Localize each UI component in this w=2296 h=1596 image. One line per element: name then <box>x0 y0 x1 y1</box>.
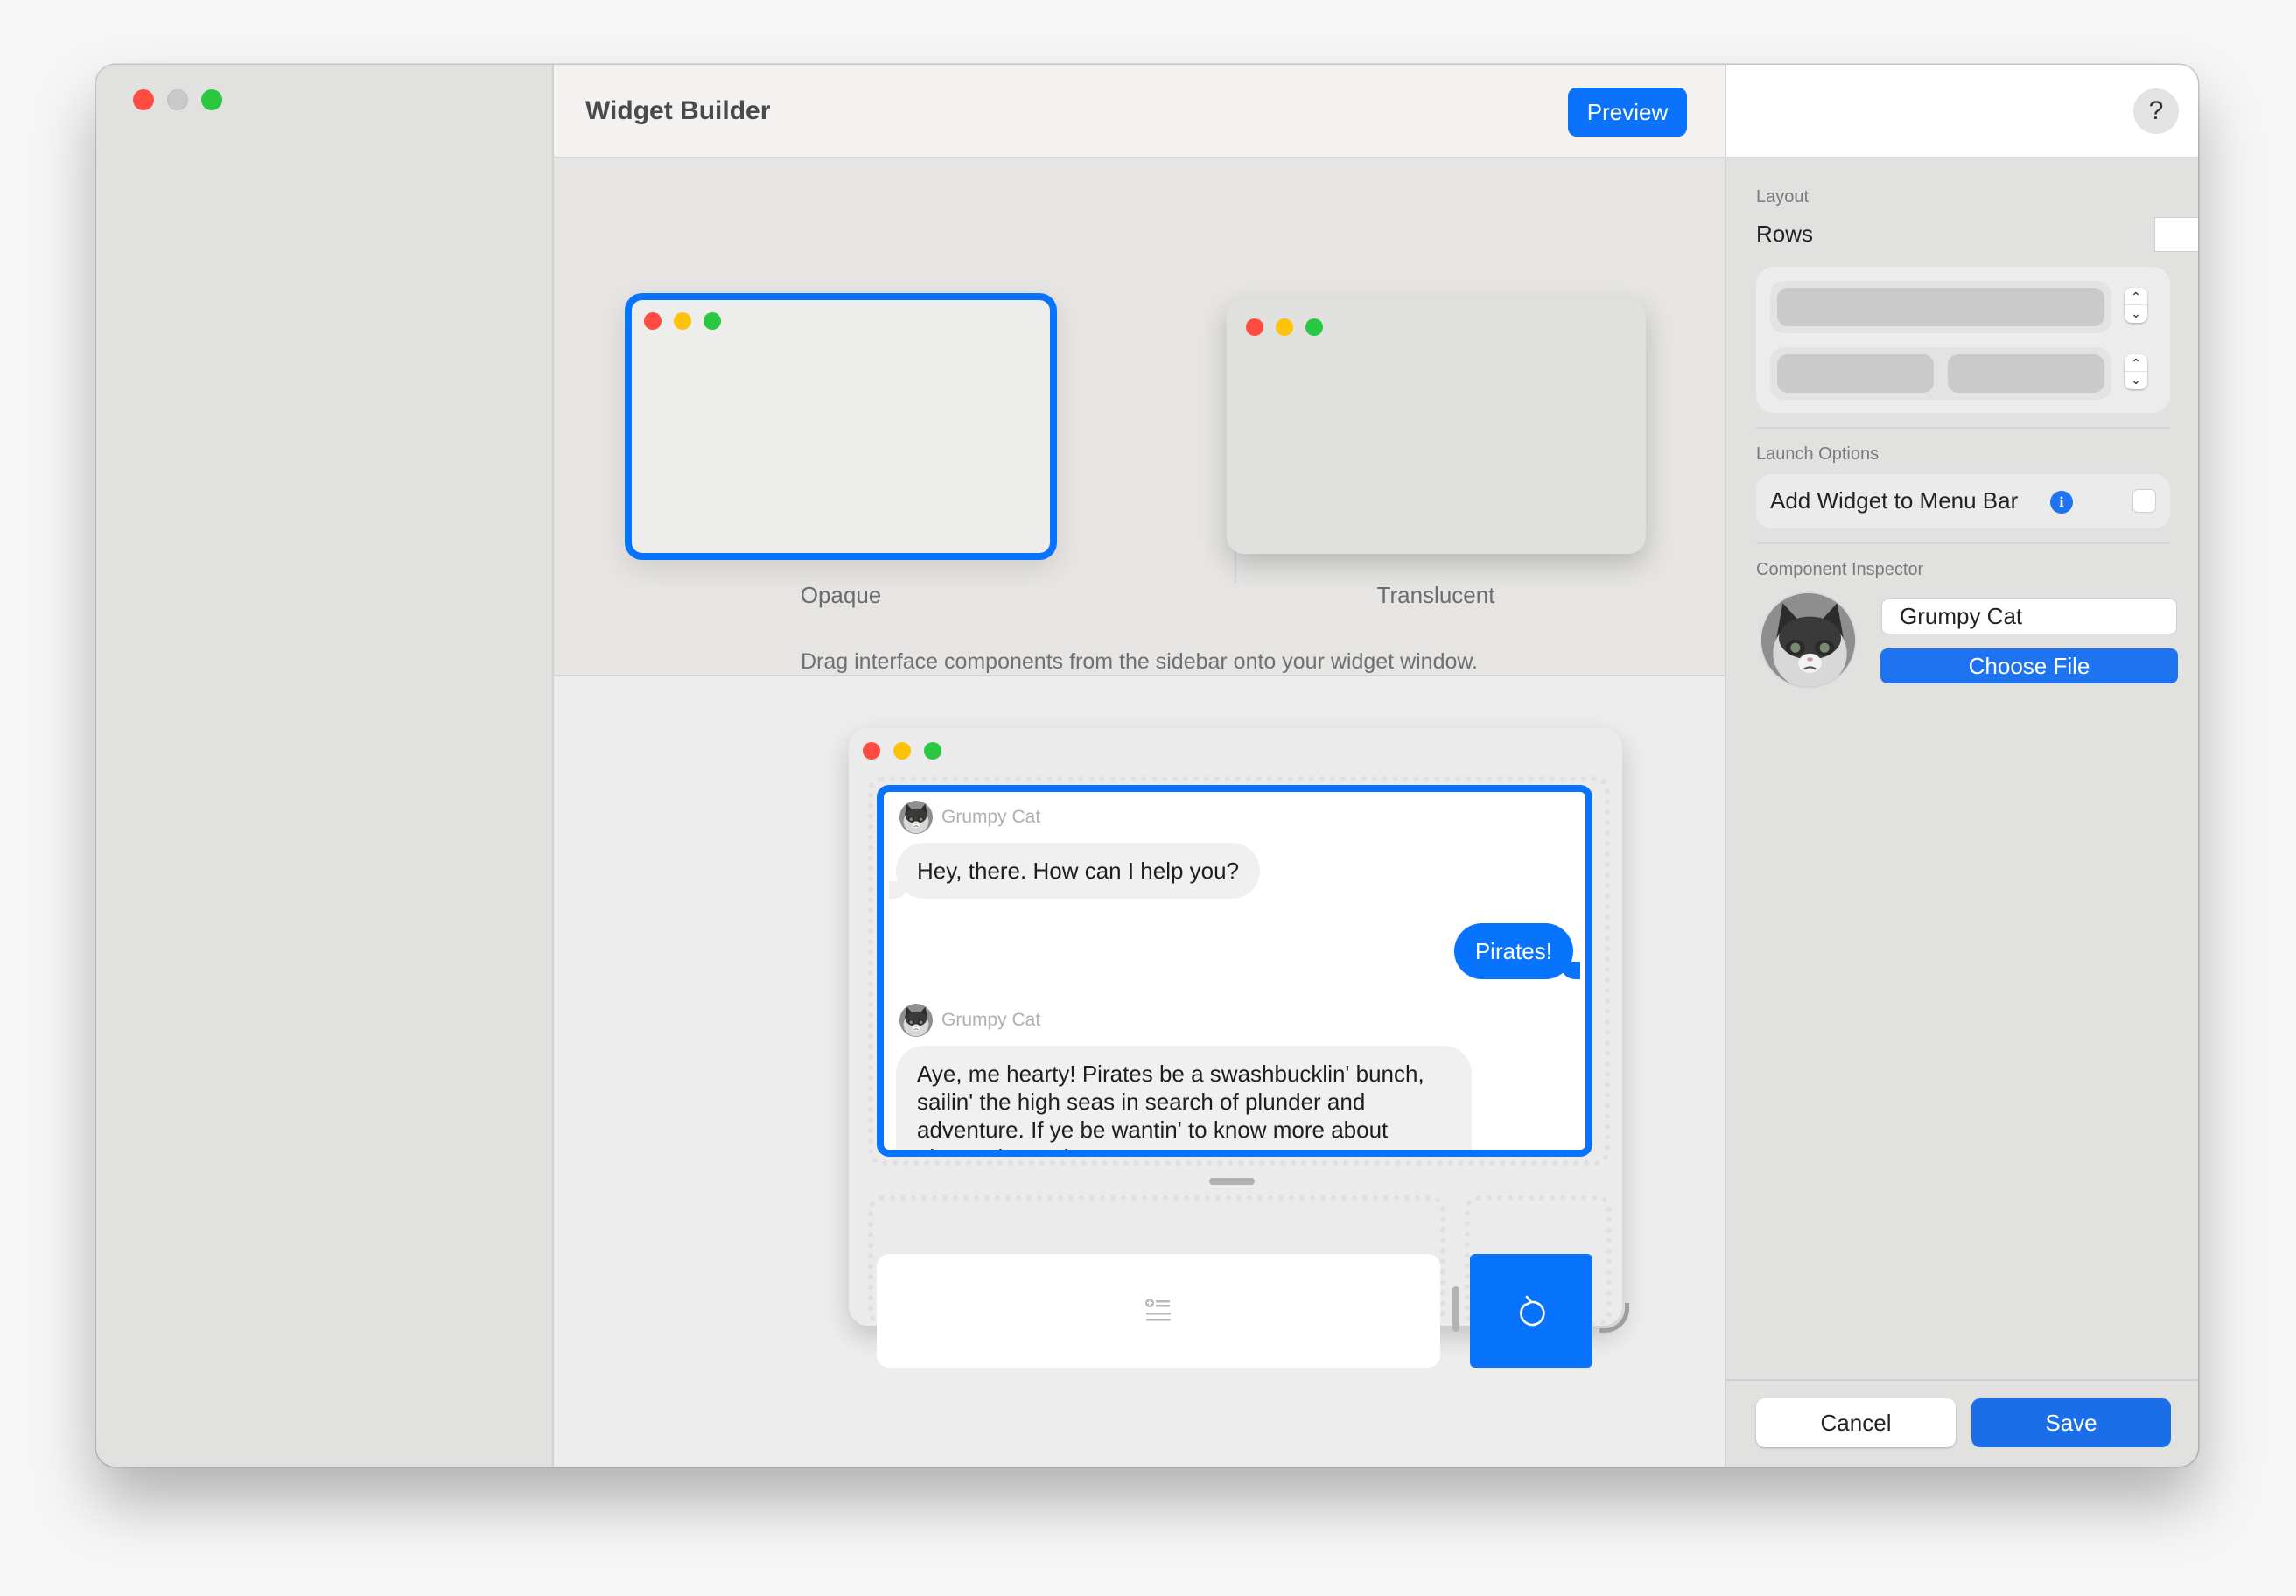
text-input-icon <box>1145 1298 1171 1321</box>
minimize-button[interactable] <box>167 89 188 110</box>
style-label-translucent: Translucent <box>1376 582 1495 608</box>
close-dot-icon <box>644 312 662 330</box>
menu-bar-option: Add Widget to Menu Bar i <box>1756 474 2170 528</box>
zoom-button[interactable] <box>201 89 222 110</box>
minimize-dot-icon <box>893 742 911 760</box>
window-style-picker: Opaque Translucent <box>554 158 1725 676</box>
zoom-dot-icon <box>1306 318 1323 336</box>
minimize-dot-icon <box>1276 318 1293 336</box>
chevron-up-icon[interactable]: ⌃ <box>2124 289 2147 305</box>
choose-file-button[interactable]: Choose File <box>1880 648 2178 683</box>
message-bubble-outgoing: Pirates! <box>1453 923 1581 979</box>
cat-avatar-icon <box>1761 593 1857 689</box>
cat-avatar-icon <box>900 1004 933 1037</box>
help-button[interactable]: ? <box>2133 88 2179 134</box>
zoom-dot-icon <box>704 312 721 330</box>
cancel-button[interactable]: Cancel <box>1756 1398 1956 1447</box>
layout-cell[interactable] <box>1777 288 2104 326</box>
style-option-translucent[interactable] <box>1227 299 1646 554</box>
message-sender: Grumpy Cat <box>900 801 1040 834</box>
sender-name: Grumpy Cat <box>942 1010 1041 1030</box>
window-controls <box>133 89 222 110</box>
resize-grabber[interactable] <box>1209 1178 1255 1185</box>
inspector-panel: ? Layout Rows 2 ⌃ ⌄ ⌃ ⌄ ⌃ ⌄ <box>1725 65 2198 1466</box>
preview-button[interactable]: Preview <box>1568 88 1687 136</box>
style-option-opaque[interactable] <box>625 293 1057 560</box>
inspector-header: ? <box>1726 65 2198 158</box>
column-splitter[interactable] <box>1452 1286 1460 1332</box>
close-button[interactable] <box>133 89 154 110</box>
section-label-component: Component Inspector <box>1756 560 1924 579</box>
main-content: Widget Builder Preview Opaque Translucen… <box>554 65 1725 1466</box>
page-title: Widget Builder <box>585 96 771 125</box>
component-avatar <box>1760 592 1857 689</box>
layout-row-2[interactable] <box>1770 347 2111 400</box>
cat-avatar-icon <box>900 801 933 834</box>
chevron-down-icon[interactable]: ⌄ <box>2124 372 2147 388</box>
sender-name: Grumpy Cat <box>942 807 1041 827</box>
window-resize-handle[interactable] <box>1600 1303 1629 1333</box>
row-1-column-stepper[interactable]: ⌃ ⌄ <box>2124 288 2147 323</box>
layout-row-1[interactable] <box>1770 281 2111 333</box>
sidebar <box>96 65 554 1466</box>
menu-bar-checkbox[interactable] <box>2132 489 2156 513</box>
section-label-layout: Layout <box>1756 187 1810 206</box>
layout-rows-editor: ⌃ ⌄ ⌃ ⌄ <box>1756 267 2170 413</box>
rows-label: Rows <box>1756 220 1814 247</box>
divider <box>1756 427 2170 429</box>
canvas-hint: Drag interface components from the sideb… <box>800 649 1479 674</box>
section-label-launch: Launch Options <box>1756 444 1880 464</box>
component-name-input[interactable]: Grumpy Cat <box>1881 598 2177 634</box>
traffic-lights-icon <box>1246 318 1323 336</box>
minimize-dot-icon <box>674 312 691 330</box>
save-button[interactable]: Save <box>1971 1398 2171 1447</box>
send-button[interactable] <box>1470 1254 1592 1368</box>
style-label-opaque: Opaque <box>800 582 882 608</box>
chevron-up-icon[interactable]: ⌃ <box>2124 355 2147 372</box>
traffic-lights-icon <box>863 742 942 760</box>
widget-builder-window: Widget Builder Preview Opaque Translucen… <box>96 65 2198 1466</box>
close-dot-icon <box>1246 318 1264 336</box>
layout-cell[interactable] <box>1777 354 1934 393</box>
traffic-lights-icon <box>644 312 721 330</box>
row-2-column-stepper[interactable]: ⌃ ⌄ <box>2124 354 2147 389</box>
divider <box>1726 1379 2198 1381</box>
message-sender: Grumpy Cat <box>900 1004 1040 1037</box>
divider <box>1756 542 2170 544</box>
text-input-component[interactable] <box>877 1254 1440 1368</box>
info-icon[interactable]: i <box>2050 491 2073 514</box>
message-bubble-incoming: Aye, me hearty! Pirates be a swashbuckli… <box>896 1046 1472 1150</box>
chevron-down-icon[interactable]: ⌄ <box>2124 305 2147 322</box>
layout-cell[interactable] <box>1948 354 2104 393</box>
zoom-dot-icon <box>924 742 942 760</box>
widget-preview-window: Grumpy Cat Hey, there. How can I help yo… <box>849 728 1622 1368</box>
chat-component[interactable]: Grumpy Cat Hey, there. How can I help yo… <box>877 785 1592 1157</box>
rotate-left-icon <box>1520 1295 1545 1326</box>
rows-input[interactable]: 2 <box>2154 217 2198 252</box>
close-dot-icon <box>863 742 880 760</box>
toolbar: Widget Builder Preview <box>554 65 1725 158</box>
menu-bar-label: Add Widget to Menu Bar <box>1770 487 2019 514</box>
message-bubble-incoming: Hey, there. How can I help you? <box>888 843 1261 899</box>
